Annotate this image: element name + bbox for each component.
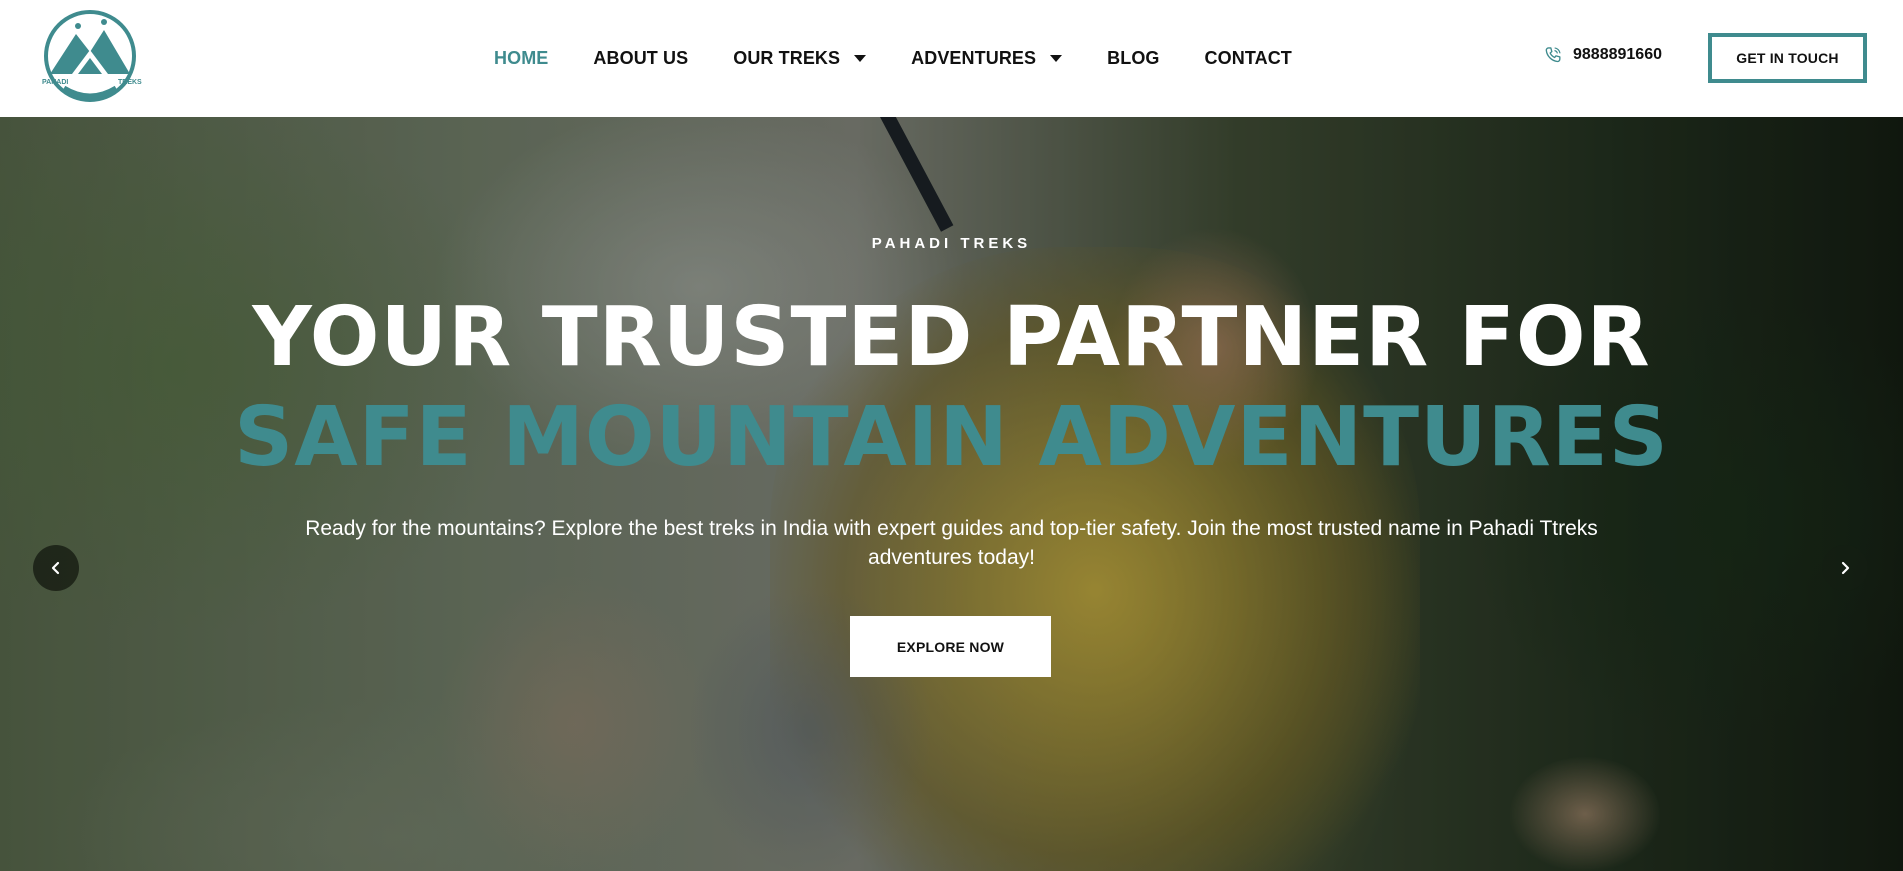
get-in-touch-button[interactable]: GET IN TOUCH — [1708, 33, 1867, 83]
hero-overlay — [0, 117, 1903, 871]
brand-logo[interactable]: PAHADI TREKS — [34, 8, 146, 104]
nav-item-label: HOME — [494, 48, 549, 68]
logo-text-left: PAHADI — [42, 79, 68, 86]
hero-eyebrow: PAHADI TREKS — [871, 235, 1032, 252]
nav-item-our-treks[interactable]: OUR TREKS — [733, 48, 867, 69]
nav-item-label: CONTACT — [1204, 48, 1292, 68]
slider-next-button[interactable] — [1822, 545, 1868, 591]
nav-item-about-us[interactable]: ABOUT US — [593, 48, 688, 69]
hero-subtitle: Ready for the mountains? Explore the bes… — [305, 517, 1598, 569]
chevron-down-icon[interactable] — [1050, 55, 1063, 62]
site-header: PAHADI TREKS HOME ABOUT US OUR TREKS ADV… — [0, 0, 1903, 117]
explore-now-button[interactable]: EXPLORE NOW — [850, 616, 1051, 677]
main-nav: HOME ABOUT US OUR TREKS ADVENTURES BLOG … — [494, 0, 1337, 117]
nav-item-home[interactable]: HOME — [494, 48, 548, 69]
hero-headline-line2: SAFE MOUNTAIN ADVENTURES — [234, 390, 1669, 485]
nav-item-adventures[interactable]: ADVENTURES — [911, 48, 1063, 69]
phone-number: 9888891660 — [1573, 46, 1662, 63]
mountain-hikers-logo-icon: PAHADI TREKS — [42, 10, 142, 102]
phone-link[interactable]: 9888891660 — [1543, 45, 1662, 65]
logo-text-right: TREKS — [118, 79, 142, 86]
nav-item-label: ABOUT US — [593, 48, 689, 68]
chevron-right-icon — [1841, 561, 1850, 575]
hero-headline-line1: YOUR TRUSTED PARTNER FOR — [252, 290, 1651, 385]
nav-item-blog[interactable]: BLOG — [1107, 48, 1159, 69]
nav-item-label: BLOG — [1107, 48, 1160, 68]
nav-item-label: OUR TREKS — [733, 48, 841, 68]
hero-slider: PAHADI TREKS YOUR TRUSTED PARTNER FOR SA… — [0, 117, 1903, 871]
phone-icon — [1545, 47, 1561, 63]
nav-item-label: ADVENTURES — [911, 48, 1037, 68]
slider-prev-button[interactable] — [33, 545, 79, 591]
nav-item-contact[interactable]: CONTACT — [1205, 48, 1292, 69]
chevron-down-icon[interactable] — [854, 55, 867, 62]
chevron-left-icon — [51, 561, 60, 575]
